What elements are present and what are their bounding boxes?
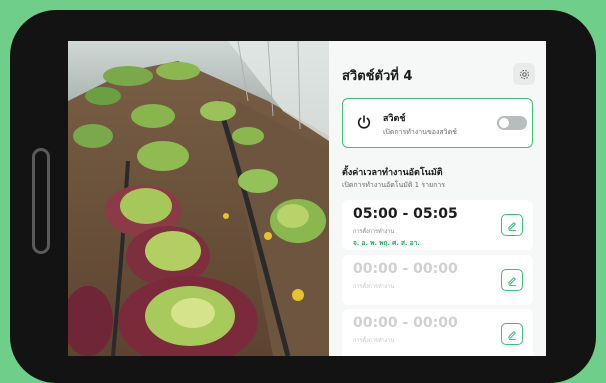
app-screen: สวิตช์ตัวที่ 4 สวิตช์ เปิดการทำงานของสวิ… (68, 41, 546, 356)
schedule-item: 00:00 - 00:00 การตั้งการทำงาน (342, 309, 533, 356)
pencil-icon (507, 276, 516, 286)
switch-name: สวิตช์ (383, 114, 406, 124)
power-icon (357, 115, 371, 129)
settings-button[interactable] (513, 63, 535, 85)
schedule-item: 05:00 - 05:05 การตั้งการทำงาน จ. อ. พ. พ… (342, 200, 533, 250)
switch-toggle[interactable] (497, 116, 527, 130)
schedule-label: การตั้งการทำงาน (353, 284, 395, 290)
lettuce-farm-photo (68, 41, 329, 356)
switch-description: เปิดการทำงานของสวิตช์ (383, 128, 457, 136)
pencil-icon (507, 221, 516, 231)
schedule-time: 00:00 - 00:00 (353, 315, 458, 331)
switch-card: สวิตช์ เปิดการทำงานของสวิตช์ (342, 98, 533, 148)
schedule-item: 00:00 - 00:00 การตั้งการทำงาน (342, 255, 533, 305)
pencil-icon (507, 330, 516, 340)
schedule-days: จ. อ. พ. พฤ. ศ. ส. อา. (353, 239, 420, 247)
tablet-device: สวิตช์ตัวที่ 4 สวิตช์ เปิดการทำงานของสวิ… (10, 10, 596, 383)
page-title: สวิตช์ตัวที่ 4 (342, 69, 413, 84)
edit-schedule-button[interactable] (501, 323, 523, 345)
schedule-label: การตั้งการทำงาน (353, 338, 395, 344)
camera-feed-image (68, 41, 329, 356)
schedule-time: 00:00 - 00:00 (353, 261, 458, 277)
home-button[interactable] (32, 148, 50, 254)
schedule-time: 05:00 - 05:05 (353, 206, 458, 222)
schedule-label: การตั้งการทำงาน (353, 229, 395, 235)
toggle-knob (499, 118, 509, 128)
edit-schedule-button[interactable] (501, 269, 523, 291)
schedule-section-subtitle: เปิดการทำงานอัตโนมัติ 1 รายการ (342, 181, 446, 189)
switch-control-panel: สวิตช์ตัวที่ 4 สวิตช์ เปิดการทำงานของสวิ… (329, 41, 546, 356)
settings-gear-icon (519, 69, 529, 79)
schedule-section-title: ตั้งค่าเวลาทำงานอัตโนมัติ (342, 168, 443, 178)
edit-schedule-button[interactable] (501, 214, 523, 236)
